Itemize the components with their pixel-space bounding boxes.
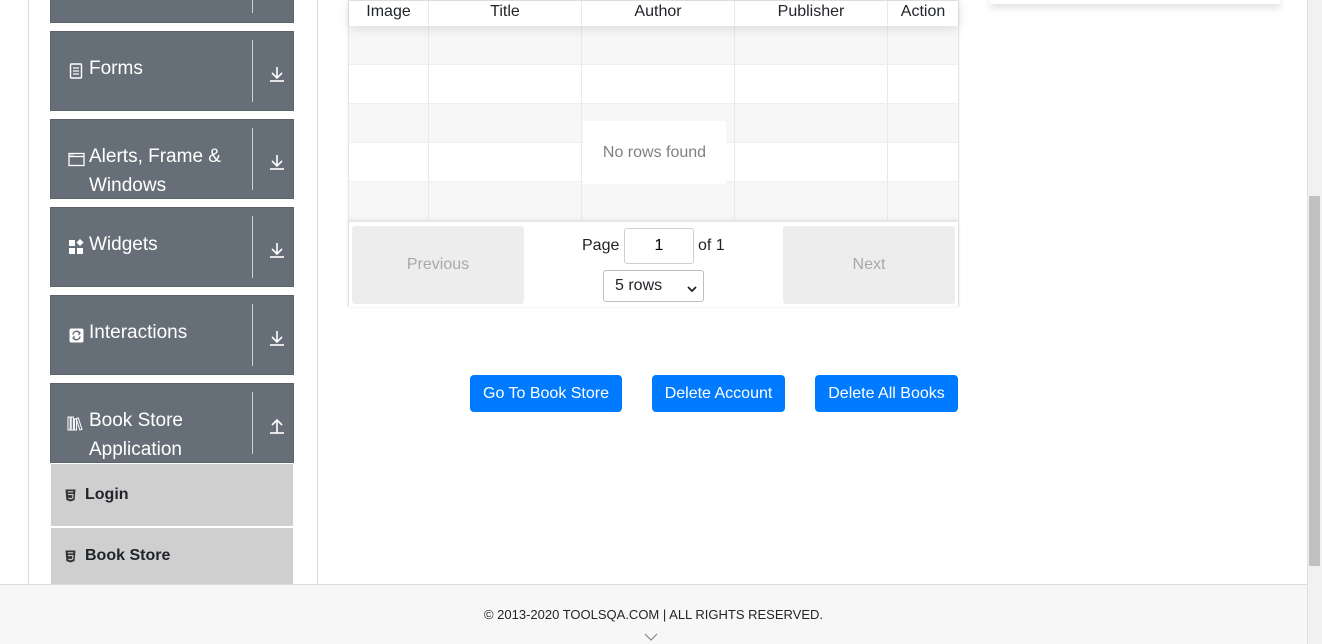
sidebar-left-border (28, 0, 29, 584)
download-arrow-icon[interactable] (265, 150, 289, 174)
table-row (349, 65, 958, 104)
table-row (349, 182, 958, 221)
sidebar-group-alerts[interactable]: Alerts, Frame & Windows (50, 119, 294, 199)
delete-all-books-button[interactable]: Delete All Books (815, 375, 958, 412)
table-header: Image Title Author Publisher Action (349, 1, 958, 26)
sidebar-item-label: Book Store (85, 547, 171, 564)
rows-per-page-select[interactable]: 5 rows (603, 270, 704, 302)
footer-copyright: © 2013-2020 TOOLSQA.COM | ALL RIGHTS RES… (483, 607, 824, 622)
chevron-down-icon (687, 281, 697, 293)
column-header-publisher[interactable]: Publisher (735, 1, 888, 26)
table-row (349, 26, 958, 65)
widgets-icon (67, 238, 85, 256)
group-separator (252, 216, 253, 278)
sidebar-group-interactions[interactable]: Interactions (50, 295, 294, 375)
group-separator (252, 304, 253, 366)
footer: © 2013-2020 TOOLSQA.COM | ALL RIGHTS RES… (0, 584, 1307, 644)
sidebar-group-title-line2: Windows (89, 175, 167, 196)
sidebar-group-title: Interactions (89, 322, 188, 343)
sidebar-group-title-line1: Book Store (89, 410, 183, 431)
page-label: Page (582, 237, 620, 254)
interactions-icon (67, 326, 85, 344)
previous-button[interactable]: Previous (352, 226, 524, 304)
sidebar-group-title: Forms (89, 58, 143, 79)
group-separator (252, 128, 253, 190)
sidebar-group-book-store-application[interactable]: Book Store Application (50, 383, 294, 463)
html5-icon (65, 488, 77, 502)
total-pages-label: of 1 (698, 237, 725, 254)
go-to-book-store-button[interactable]: Go To Book Store (470, 375, 622, 412)
no-rows-message: No rows found (583, 121, 726, 184)
sidebar-right-border (317, 0, 318, 584)
sidebar-group-forms[interactable]: Forms (50, 31, 294, 111)
sidebar-group-widgets[interactable]: Widgets (50, 207, 294, 287)
sidebar-group-title: Widgets (89, 234, 158, 255)
next-button[interactable]: Next (783, 226, 955, 304)
rows-per-page-value: 5 rows (615, 277, 663, 294)
column-header-title[interactable]: Title (429, 1, 582, 26)
column-header-action[interactable]: Action (888, 1, 958, 26)
form-icon (67, 62, 85, 80)
page-number-input[interactable] (624, 228, 694, 264)
sidebar-item-book-store[interactable]: Book Store (51, 528, 293, 584)
download-arrow-icon[interactable] (265, 62, 289, 86)
sidebar-group-elements[interactable] (50, 0, 294, 23)
sidebar-item-label: Login (85, 486, 129, 503)
books-table: Image Title Author Publisher Action No r… (348, 0, 959, 307)
chevron-down-icon[interactable] (644, 629, 658, 641)
column-header-author[interactable]: Author (582, 1, 735, 26)
column-header-image[interactable]: Image (349, 1, 429, 26)
delete-account-button[interactable]: Delete Account (652, 375, 785, 412)
group-separator (252, 40, 253, 102)
sidebar-group-title-line2: Application (89, 439, 182, 460)
scrollbar-thumb[interactable] (1309, 196, 1320, 566)
right-panel-card (990, 0, 1280, 4)
group-separator (252, 392, 253, 454)
download-arrow-icon[interactable] (265, 326, 289, 350)
window-icon (67, 150, 85, 168)
sidebar-item-login[interactable]: Login (51, 464, 293, 526)
group-separator (252, 0, 253, 13)
download-arrow-icon[interactable] (265, 238, 289, 262)
books-icon (67, 414, 85, 432)
html5-icon (65, 549, 77, 563)
pagination-bar: Previous Page of 1 5 rows Next (349, 221, 958, 307)
sidebar-group-title-line1: Alerts, Frame & (89, 146, 221, 167)
upload-arrow-icon[interactable] (265, 414, 289, 438)
page: Forms Alerts, Frame & Windows Widgets In… (0, 0, 1322, 644)
